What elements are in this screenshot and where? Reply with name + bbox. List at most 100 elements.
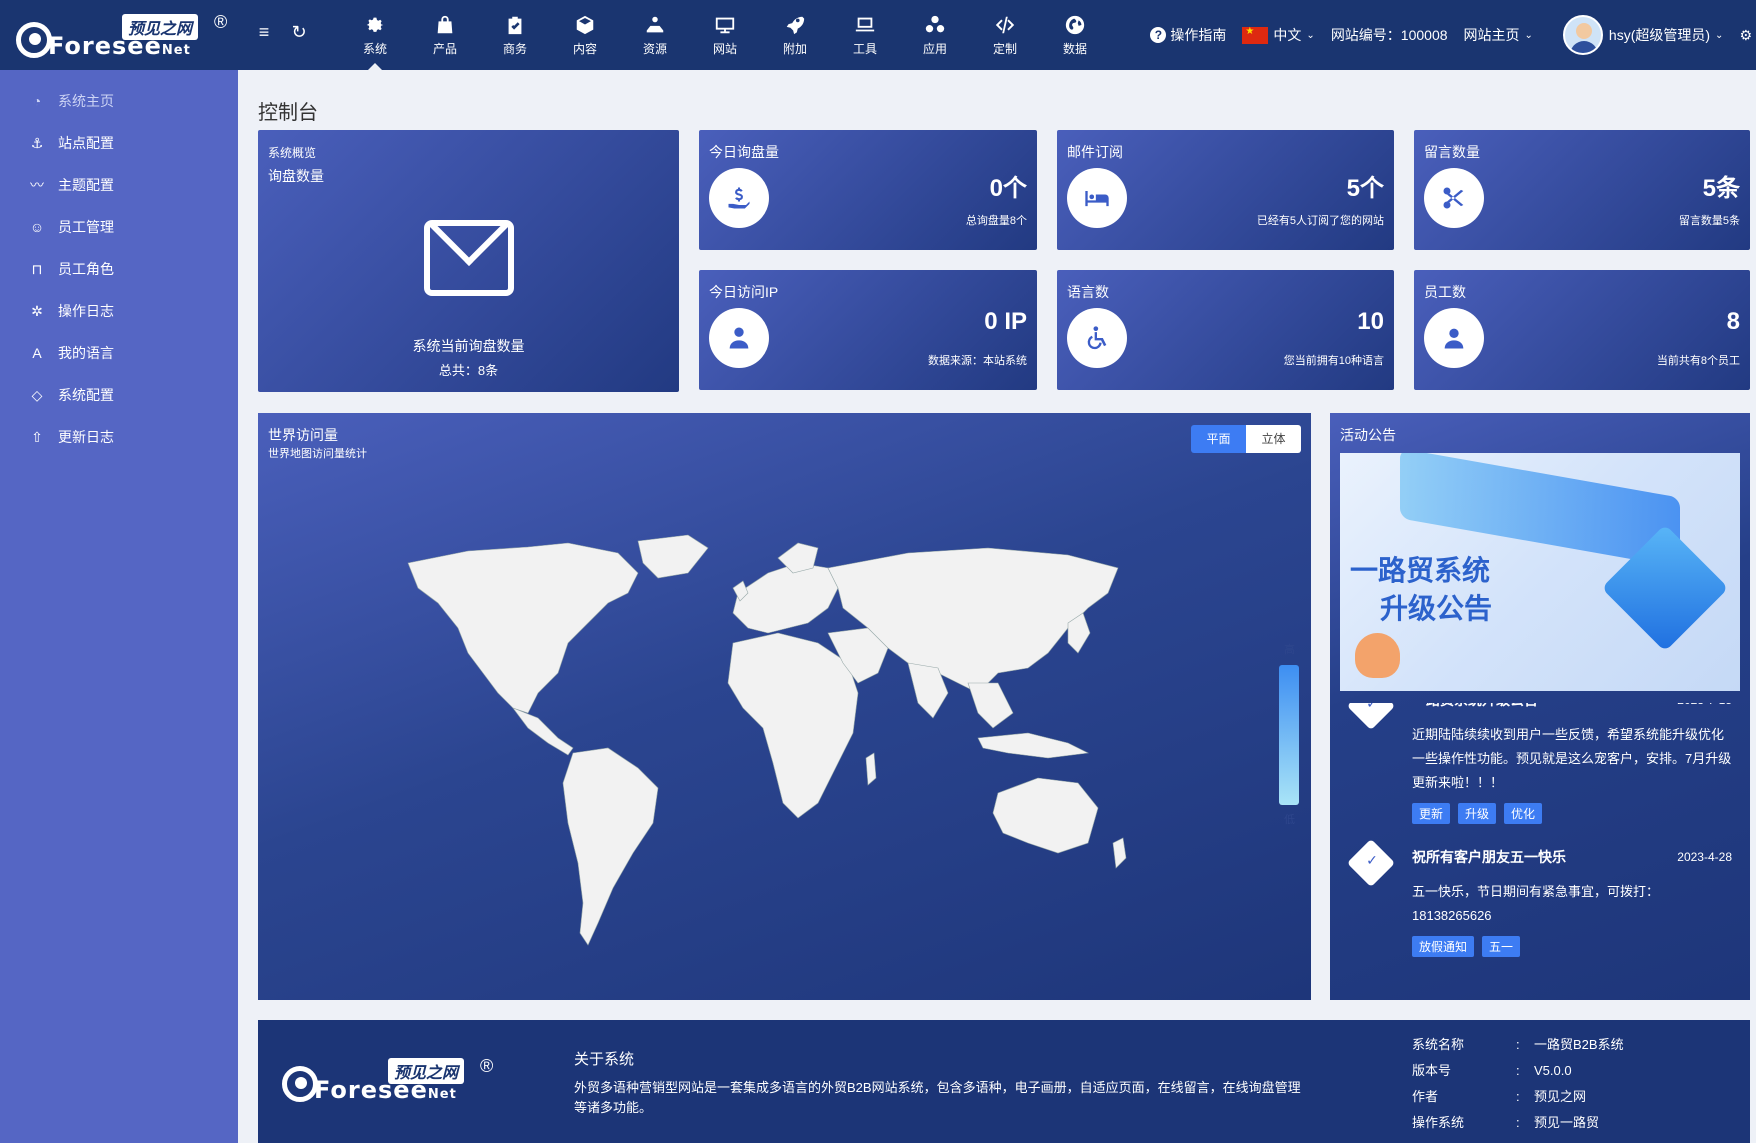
tag-badge[interactable]: 升级 — [1458, 803, 1497, 824]
stat-card-today-inquiry: 今日询盘量 0个 总询盘量8个 — [699, 130, 1037, 250]
about-title: 关于系统 — [574, 1051, 635, 1068]
stat-title: 邮件订阅 — [1067, 144, 1123, 160]
sidebar-item-label: 系统主页 — [58, 93, 114, 109]
announcement-list[interactable]: 一路贸系统升级公告 2023-7-15 近期陆陆续续收到用户一些反馈，希望系统能升… — [1340, 703, 1740, 993]
sidebar-item-sys-config[interactable]: ◇ 系统配置 — [0, 374, 238, 416]
info-value: V5.0.0 — [1534, 1063, 1572, 1078]
sidebar-item-label: 站点配置 — [58, 135, 114, 151]
lock-icon: ⊓ — [31, 260, 43, 277]
world-map[interactable] — [388, 533, 1188, 953]
sidebar-item-staff[interactable]: ☺ 员工管理 — [0, 206, 238, 248]
about-system-card: 预见之网 ® ForeseeNet 关于系统 外贸多语种营销型网站是一套集成多语… — [258, 1020, 1750, 1143]
check-badge-icon — [1346, 838, 1396, 888]
nav-item-product[interactable]: 产品 — [410, 0, 480, 70]
page-title: 控制台 — [258, 102, 318, 124]
info-key: 版本号 — [1412, 1063, 1452, 1078]
nav-item-apps[interactable]: 应用 — [900, 0, 970, 70]
sidebar-item-roles[interactable]: ⊓ 员工角色 — [0, 248, 238, 290]
sidebar-item-language[interactable]: A 我的语言 — [0, 332, 238, 374]
nav-item-tools[interactable]: 工具 — [830, 0, 900, 70]
sidebar-item-theme-config[interactable]: 〰主题配置 — [0, 164, 238, 206]
info-key: 操作系统 — [1412, 1115, 1465, 1130]
toggle-3d-button[interactable]: 立体 — [1246, 425, 1301, 453]
nav-item-business[interactable]: 商务 — [480, 0, 550, 70]
sidebar-item-home[interactable]: ◔ 系统主页 — [0, 80, 238, 122]
nav-item-system[interactable]: 系统 — [340, 0, 410, 70]
announcement-item[interactable]: 祝所有客户朋友五一快乐 2023-4-28 五一快乐，节日期间有紧急事宜，可拨打：… — [1340, 838, 1740, 957]
box-icon — [576, 15, 594, 34]
logo-en-text: ForeseeNet — [314, 1076, 457, 1104]
toggle-flat-button[interactable]: 平面 — [1191, 425, 1246, 453]
about-brand-logo: 预见之网 ® ForeseeNet — [280, 1054, 530, 1114]
tag-badge[interactable]: 优化 — [1504, 803, 1543, 824]
nav-item-data[interactable]: 数据 — [1040, 0, 1110, 70]
announcements-title: 活动公告 — [1340, 427, 1396, 443]
stat-value: 5条 — [1702, 175, 1740, 202]
announcement-item[interactable]: 一路贸系统升级公告 2023-7-15 近期陆陆续续收到用户一些反馈，希望系统能升… — [1340, 703, 1740, 824]
language-label: 中文 — [1273, 27, 1302, 43]
info-key: 系统名称 — [1412, 1037, 1465, 1052]
stat-value: 0个 — [989, 175, 1027, 202]
nav-label: 网站 — [712, 41, 737, 56]
announcement-banner[interactable]: 一路贸系统 升级公告 — [1340, 453, 1740, 691]
about-description: 外贸多语种营销型网站是一套集成多语言的外贸B2B网站系统，包含多语种，电子画册，… — [574, 1080, 1301, 1115]
sidebar-item-label: 我的语言 — [58, 345, 114, 361]
brand-logo[interactable]: 预见之网 ® ForeseeNet — [14, 10, 227, 60]
stat-card-messages: 留言数量 5条 留言数量5条 — [1414, 130, 1750, 250]
user-tie-icon — [1424, 308, 1484, 368]
nav-item-custom[interactable]: 定制 — [970, 0, 1040, 70]
cog-icon: ✲ — [31, 302, 43, 319]
stat-card-staff: 员工数 8 当前共有8个员工 — [1414, 270, 1750, 390]
stat-subtitle: 当前共有8个员工 — [1656, 355, 1740, 367]
language-selector[interactable]: 中文 ⌄ — [1242, 25, 1315, 45]
sidebar-item-label: 主题配置 — [58, 177, 114, 193]
sidebar-item-op-log[interactable]: ✲ 操作日志 — [0, 290, 238, 332]
nav-item-content[interactable]: 内容 — [550, 0, 620, 70]
nav-item-resource[interactable]: 资源 — [620, 0, 690, 70]
announcement-date: 2023-7-15 — [1677, 703, 1732, 711]
user-menu[interactable]: hsy(超级管理员) ⌄ — [1562, 15, 1723, 55]
stat-value: 5个 — [1346, 175, 1384, 202]
rocket-icon — [786, 16, 805, 34]
site-home-menu[interactable]: 网站主页 ⌄ — [1464, 25, 1533, 45]
stat-card-subscription: 邮件订阅 5个 已经有5人订阅了您的网站 — [1057, 130, 1394, 250]
sidebar-item-site-config[interactable]: ⚓ 站点配置 — [0, 122, 238, 164]
system-info-list: 系统名称: 一路贸B2B系统 版本号: V5.0.0 作者: 预见之网 操作系统: 预见… — [1412, 1032, 1624, 1136]
visit-legend-bar[interactable] — [1279, 665, 1299, 805]
sidebar-item-label: 员工管理 — [58, 219, 114, 235]
announcement-body: 五一快乐，节日期间有紧急事宜，可拨打：18138265626 — [1412, 884, 1660, 923]
logo-en-text: ForeseeNet — [48, 32, 191, 60]
guide-link[interactable]: ? 操作指南 — [1150, 25, 1226, 45]
hand-coin-icon — [709, 168, 769, 228]
sidebar-item-label: 操作日志 — [58, 303, 114, 319]
refresh-icon[interactable]: ↻ — [289, 22, 309, 42]
info-value: 预见之网 — [1534, 1089, 1587, 1104]
clipboard-icon — [508, 16, 522, 34]
tag-badge[interactable]: 放假通知 — [1412, 936, 1475, 957]
settings-icon[interactable]: ⚙ — [1739, 27, 1752, 44]
stat-value: 8 — [1726, 308, 1740, 335]
china-flag-icon — [1242, 26, 1269, 44]
info-value: 一路贸B2B系统 — [1534, 1037, 1624, 1052]
tag-badge[interactable]: 五一 — [1482, 936, 1521, 957]
line-chart-icon: 〰 — [30, 177, 44, 193]
info-row: 版本号: V5.0.0 — [1412, 1058, 1624, 1084]
clapping-hands-icon — [1355, 633, 1400, 678]
nav-label: 内容 — [572, 41, 597, 56]
legend-high-label: 高 — [1284, 644, 1295, 656]
overview-label: 系统概览 — [268, 146, 317, 160]
stat-title: 留言数量 — [1424, 144, 1480, 160]
sidebar-item-update-log[interactable]: ⇧ 更新日志 — [0, 416, 238, 458]
wheelchair-icon — [1067, 308, 1127, 368]
stat-value: 0 IP — [984, 308, 1027, 335]
stat-title: 员工数 — [1424, 284, 1466, 300]
nav-item-addon[interactable]: 附加 — [760, 0, 830, 70]
stat-subtitle: 总询盘量8个 — [965, 215, 1027, 227]
logo-mark-icon — [282, 1066, 318, 1102]
menu-toggle-icon[interactable]: ≡ — [254, 22, 274, 42]
scissors-icon — [1424, 168, 1484, 228]
stat-subtitle: 已经有5人订阅了您的网站 — [1256, 215, 1384, 227]
tag-badge[interactable]: 更新 — [1412, 803, 1451, 824]
info-row: 作者: 预见之网 — [1412, 1084, 1624, 1110]
nav-item-website[interactable]: 网站 — [690, 0, 760, 70]
